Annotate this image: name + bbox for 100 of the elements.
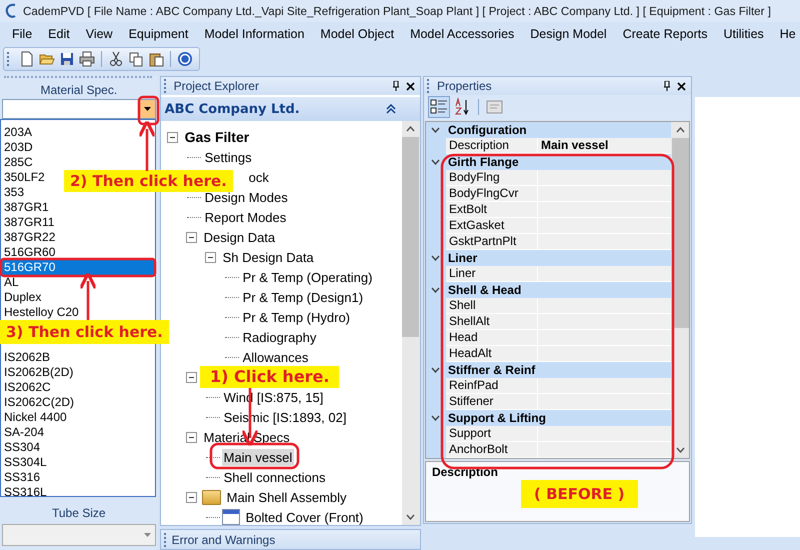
list-item[interactable]: 285C <box>1 155 36 170</box>
property-name: Liner <box>446 266 538 282</box>
list-item[interactable]: 387GR11 <box>1 215 58 230</box>
tree-item[interactable]: Report Modes <box>202 208 288 226</box>
property-name: ShellAlt <box>446 314 538 330</box>
tree-item[interactable]: Sh Design Data <box>220 248 316 266</box>
tree-item[interactable]: Main Shell Assembly <box>224 488 349 506</box>
pin-icon[interactable] <box>663 81 672 91</box>
menu-item[interactable]: Model Object <box>312 27 402 41</box>
scissors-icon[interactable] <box>108 51 124 67</box>
list-item[interactable]: SS304L <box>1 455 50 470</box>
property-name: Support <box>446 426 538 442</box>
list-item[interactable]: SS316L <box>1 485 50 496</box>
panel-title: Error and Warnings <box>172 532 276 546</box>
category-label: Liner <box>446 251 478 265</box>
list-item[interactable]: 203A <box>1 125 36 140</box>
list-item[interactable]: 353 <box>1 185 28 200</box>
property-name: HeadAlt <box>446 346 538 362</box>
tree-item[interactable]: Gas Filter <box>182 128 252 146</box>
collapse-icon[interactable] <box>186 232 197 242</box>
collapse-icon[interactable] <box>204 252 216 262</box>
panel-title: Project Explorer <box>174 79 260 93</box>
menu-item[interactable]: Equipment <box>120 27 196 41</box>
close-icon[interactable] <box>406 82 415 90</box>
collapse-icon[interactable] <box>186 372 197 382</box>
panel-title: Properties <box>436 79 493 93</box>
tree-item[interactable]: Settings <box>202 148 254 166</box>
list-item[interactable]: 350LF2 <box>1 170 48 185</box>
menu-item[interactable]: Design Model <box>522 27 615 41</box>
scroll-down-icon[interactable] <box>406 514 416 520</box>
menu-item[interactable]: View <box>78 27 121 41</box>
property-name: Shell <box>446 298 538 314</box>
tree-item[interactable]: Design Data <box>202 228 278 246</box>
company-name: ABC Company Ltd. <box>164 102 300 116</box>
save-icon[interactable] <box>59 51 75 67</box>
help-icon[interactable] <box>177 51 193 67</box>
menu-item[interactable]: Model Information <box>196 27 312 41</box>
list-item[interactable]: Hestelloy C20 <box>1 305 82 320</box>
close-icon[interactable] <box>677 82 686 90</box>
category-label: Stiffner & Reinf <box>446 363 536 377</box>
tree-item[interactable]: Pr & Temp (Operating) <box>240 268 374 286</box>
scroll-up-icon[interactable] <box>676 127 685 133</box>
list-item[interactable]: IS2062B(2D) <box>1 365 76 380</box>
tree-item[interactable]: Radiography <box>240 328 318 346</box>
new-file-icon[interactable] <box>19 51 35 67</box>
caret-icon <box>144 107 151 111</box>
scroll-down-icon[interactable] <box>676 447 685 453</box>
category-label: Configuration <box>446 123 527 137</box>
property-name: Description <box>446 138 538 154</box>
tree-item[interactable]: Pr & Temp (Design1) <box>240 288 366 306</box>
collapse-icon[interactable] <box>386 104 396 114</box>
collapse-icon[interactable] <box>186 492 197 502</box>
list-item[interactable]: AL <box>1 275 22 290</box>
collapse-icon[interactable] <box>166 132 178 142</box>
list-item[interactable]: 387GR1 <box>1 200 52 215</box>
pin-icon[interactable] <box>392 81 400 91</box>
list-item[interactable]: IS2062B <box>1 350 54 365</box>
property-value[interactable]: Main vessel <box>538 138 672 154</box>
list-item[interactable]: SS316 <box>1 470 44 485</box>
property-name: ReinfPad <box>446 378 538 394</box>
list-item[interactable]: IS2062C <box>1 380 54 395</box>
category-label: Shell & Head <box>446 283 522 297</box>
list-item[interactable]: 387GR22 <box>1 230 58 245</box>
list-item[interactable]: 203D <box>1 140 36 155</box>
list-item[interactable]: 516GR60 <box>1 245 58 260</box>
scroll-up-icon[interactable] <box>406 126 416 132</box>
categorized-view-icon[interactable] <box>428 96 450 118</box>
list-item[interactable]: SA-204 <box>1 425 48 440</box>
menu-item[interactable]: Model Accessories <box>402 27 522 41</box>
tree-item[interactable]: Main vessel <box>222 448 294 466</box>
tree-item[interactable]: Shell connections <box>222 468 328 486</box>
collapse-icon[interactable] <box>186 432 197 442</box>
property-name: Stiffener <box>446 394 538 410</box>
list-item[interactable]: 516GR70 <box>1 260 155 275</box>
list-item[interactable]: SS304 <box>1 440 44 455</box>
printer-icon[interactable] <box>79 51 95 67</box>
copy-icon[interactable] <box>128 51 144 67</box>
menu-item[interactable]: Utilities <box>715 27 772 41</box>
description-label: Description <box>432 465 498 479</box>
arrow <box>78 272 98 320</box>
paste-icon[interactable] <box>148 51 164 67</box>
menu-item[interactable]: Create Reports <box>614 27 716 41</box>
scrollbar[interactable] <box>402 121 420 525</box>
list-item[interactable]: IS2062C(2D) <box>1 395 78 410</box>
list-item[interactable]: Nickel 4400 <box>1 410 70 425</box>
tree-item[interactable]: Allowances <box>240 348 310 366</box>
list-item[interactable]: Duplex <box>1 290 44 305</box>
menu-item[interactable]: File <box>4 27 40 41</box>
callout-label: 1) Click here. <box>200 366 340 388</box>
callout-label: 2) Then click here. <box>64 170 233 192</box>
tree-item[interactable]: Pr & Temp (Hydro) <box>240 308 352 326</box>
menu-item[interactable]: Edit <box>40 27 78 41</box>
tree-item[interactable]: Bolted Cover (Front) <box>244 508 366 525</box>
tree-item[interactable]: ock <box>246 168 271 186</box>
panel-label: Tube Size <box>51 505 107 521</box>
menu-item[interactable]: He <box>772 27 800 41</box>
window-title: CademPVD [ File Name : ABC Company Ltd._Vapi Site_Refrigeration Plant_Soap Plant ] [ Project : ABC Company Ltd. ] [ Equipment : Gas Filter ] <box>23 4 771 18</box>
property-name: ExtGasket <box>446 218 538 234</box>
error-panel-tab[interactable]: Error and Warnings <box>160 529 421 550</box>
arrow <box>138 120 156 171</box>
